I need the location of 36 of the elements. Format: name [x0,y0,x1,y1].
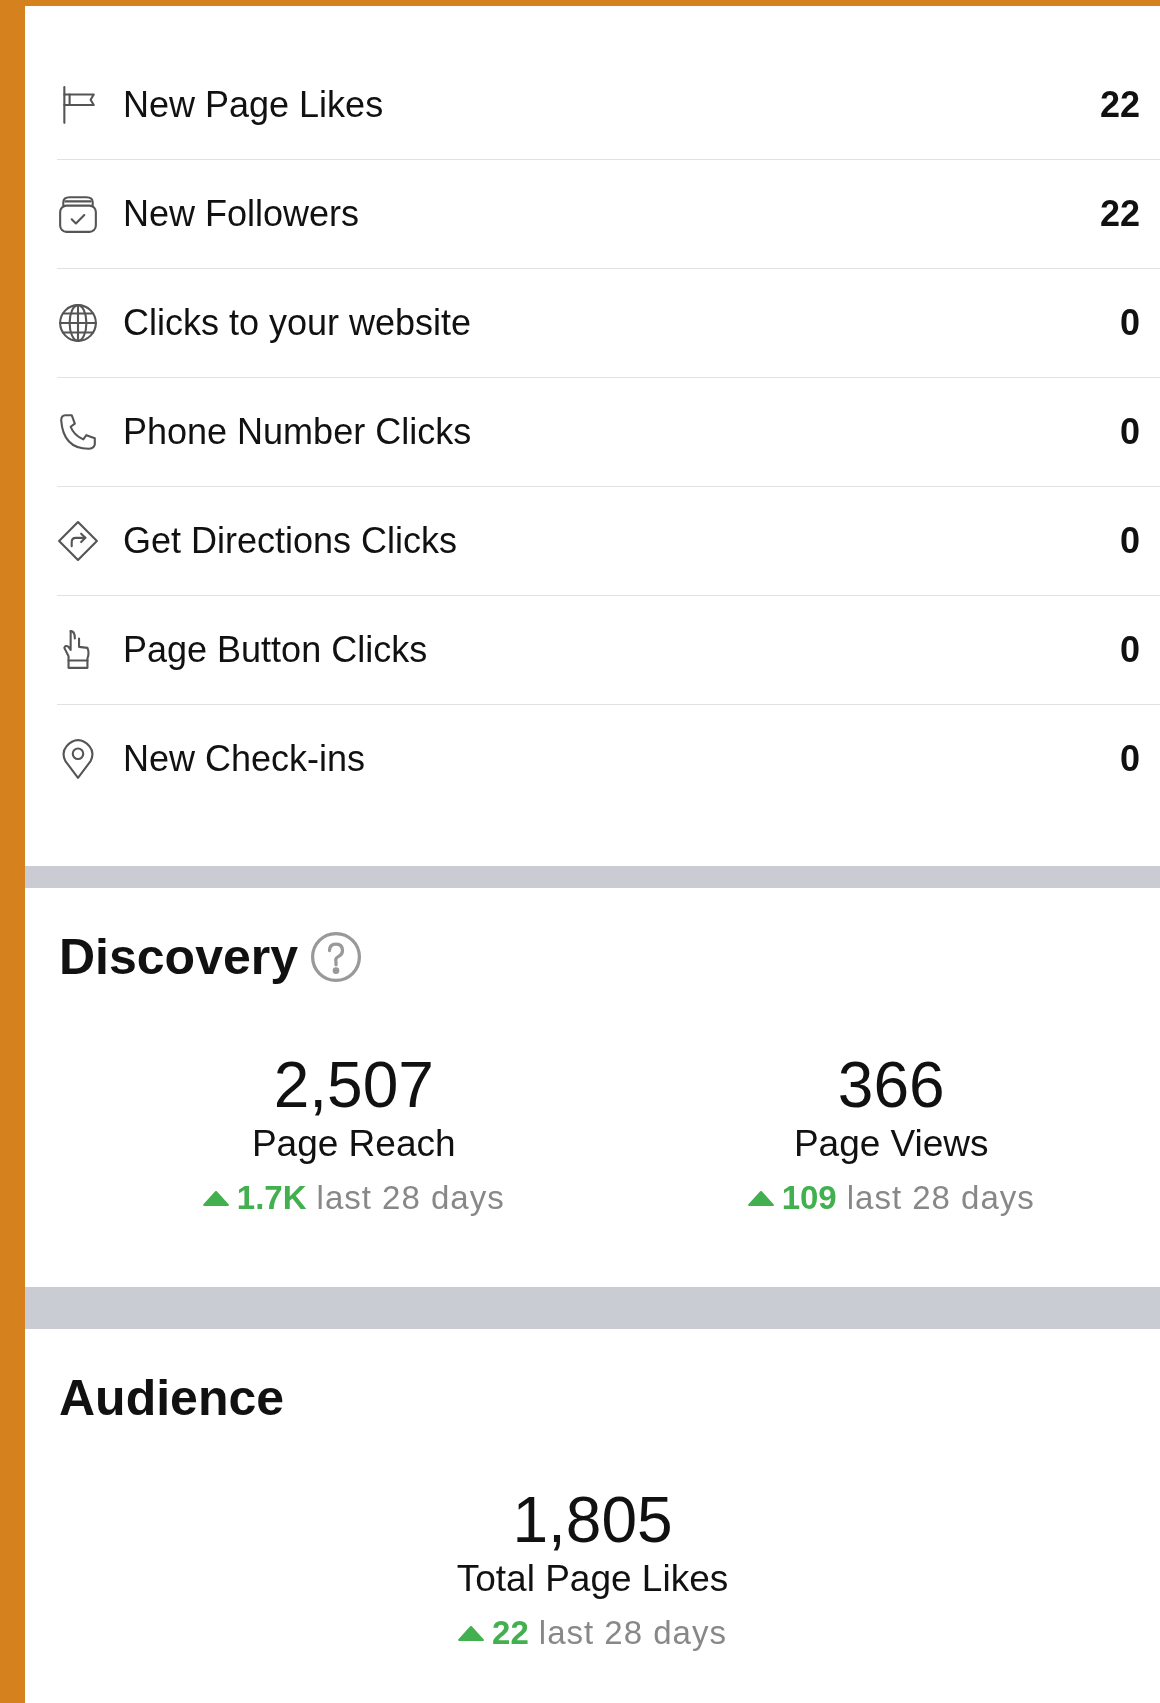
globe-icon [57,302,99,344]
up-triangle-icon [747,1190,774,1206]
stat-label: Page Reach [251,1123,456,1166]
metric-label: Clicks to your website [123,302,473,344]
directions-icon [57,520,99,562]
metric-label: New Followers [123,193,361,235]
stat-value: 1,805 [512,1487,673,1555]
stat-label: Page Views [793,1123,989,1166]
stat-value: 366 [837,1052,945,1120]
section-title: Discovery [59,928,299,986]
stat-value: 2,507 [273,1052,434,1120]
period-label: last 28 days [846,1179,1035,1218]
period-label: last 28 days [316,1179,505,1218]
period-label: last 28 days [538,1614,727,1653]
metric-label: Page Button Clicks [123,629,429,671]
help-icon[interactable] [310,931,363,983]
metric-value: 22 [1099,193,1140,235]
metric-label: New Check-ins [123,738,367,780]
change-value: 1.7K [236,1179,307,1218]
up-triangle-icon [458,1625,485,1641]
metric-value: 0 [1119,738,1140,780]
metric-value: 0 [1119,302,1140,344]
metric-value: 22 [1099,84,1140,126]
change-value: 22 [492,1614,529,1653]
up-triangle-icon [202,1190,229,1206]
metric-value: 0 [1119,520,1140,562]
metric-label: Phone Number Clicks [123,411,473,453]
metric-label: New Page Likes [123,84,385,126]
change-value: 109 [781,1179,837,1218]
metric-value: 0 [1119,411,1140,453]
stat-label: Total Page Likes [456,1558,729,1601]
section-title: Audience [59,1369,285,1428]
metric-value: 0 [1119,629,1140,671]
phone-icon [57,411,99,453]
metric-label: Get Directions Clicks [123,520,459,562]
box-check-icon [57,193,99,235]
